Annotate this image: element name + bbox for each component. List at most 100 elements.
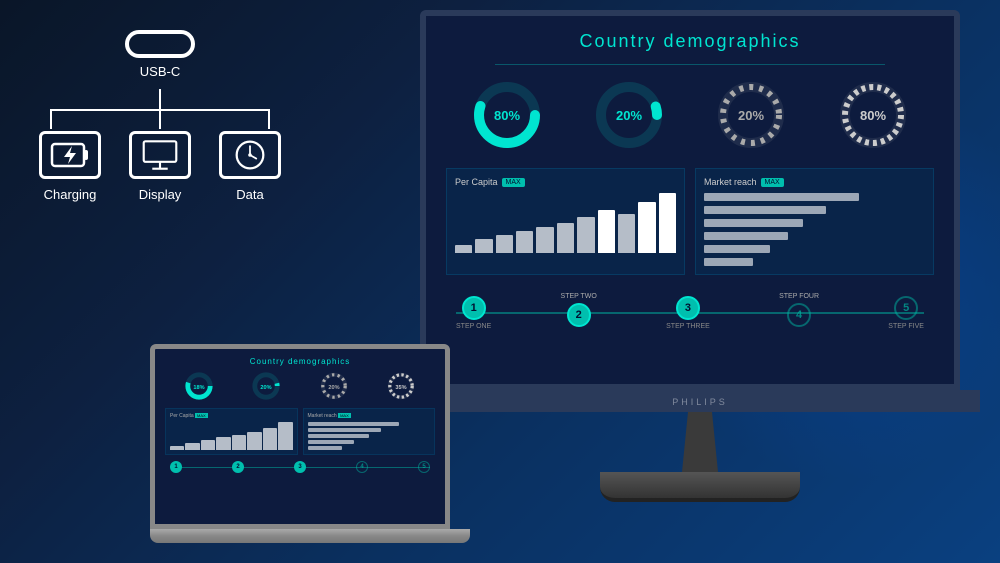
per-capita-max: MAX: [502, 178, 525, 187]
svg-text:20%: 20%: [616, 108, 642, 123]
charging-icon-box: [39, 131, 101, 179]
bar-7: [577, 217, 594, 253]
per-capita-chart: Per Capita MAX: [446, 168, 685, 275]
mini-bar-7: [263, 428, 277, 450]
hbar-5: [704, 245, 770, 253]
donut-1: 80%: [472, 80, 542, 150]
mini-bar-4: [216, 437, 230, 450]
data-icon-box: [219, 131, 281, 179]
display-icon: [142, 139, 178, 171]
mini-bars: [170, 422, 293, 450]
steps-row: 1 STEP ONE STEP TWO 2 3 STEP THREE STEP …: [446, 293, 934, 330]
monitor: Country demographics 80%: [420, 10, 980, 502]
mini-step-2: 2: [232, 461, 244, 473]
usbc-shape: [125, 30, 195, 58]
mini-bar-5: [232, 435, 246, 450]
bar-11: [659, 193, 676, 253]
monitor-base: [600, 472, 800, 502]
tree-trunk: [159, 89, 161, 109]
mini-per-capita-title: Per Capita MAX: [170, 413, 293, 419]
dashboard-title: Country demographics: [446, 31, 934, 52]
hbar-1: [704, 193, 859, 201]
step-1-circle: 1: [462, 296, 486, 320]
per-capita-label: Per Capita: [455, 177, 498, 187]
mini-hbar-5: [308, 446, 342, 450]
step-3-bot: STEP THREE: [666, 323, 710, 330]
monitor-brand: PHILIPS: [672, 397, 728, 407]
donut-3: 20%: [716, 80, 786, 150]
hbar-row-6: [704, 258, 925, 266]
market-reach-max: MAX: [761, 178, 784, 187]
display-icon-box: [129, 131, 191, 179]
hbar-4: [704, 232, 788, 240]
mini-donut-3: 20%: [318, 370, 350, 402]
step-4: STEP FOUR 4: [779, 293, 819, 330]
mini-donut-2: 20%: [250, 370, 282, 402]
mini-hbar-3: [308, 434, 369, 438]
step-2-top: STEP TWO: [561, 293, 597, 300]
donut-chart-1: 80%: [472, 80, 542, 150]
svg-text:18%: 18%: [193, 385, 204, 391]
hbar-row-5: [704, 245, 925, 253]
step-5-circle: 5: [894, 296, 918, 320]
charging-icon: [50, 140, 90, 170]
mini-step-4: 4: [356, 461, 368, 473]
svg-text:80%: 80%: [494, 108, 520, 123]
bar-3: [496, 235, 513, 253]
hbar-6: [704, 258, 753, 266]
laptop: Country demographics 18% 20% 20%: [150, 344, 470, 543]
per-capita-title: Per Capita MAX: [455, 177, 676, 187]
mini-per-capita: Per Capita MAX: [165, 408, 298, 455]
step-3: 3 STEP THREE: [666, 293, 710, 330]
bar-9: [618, 214, 635, 253]
donuts-row: 80% 20% 20%: [446, 80, 934, 150]
mini-dashboard: Country demographics 18% 20% 20%: [165, 357, 435, 518]
donut-chart-2: 20%: [594, 80, 664, 150]
monitor-stand-neck: [670, 412, 730, 472]
mini-dashboard-title: Country demographics: [165, 357, 435, 366]
mini-step-3: 3: [294, 461, 306, 473]
donut-chart-3: 20%: [716, 80, 786, 150]
tree-branch-mid: [159, 109, 161, 129]
mini-hbars: [308, 422, 431, 450]
hbar-3: [704, 219, 803, 227]
charts-row: Per Capita MAX: [446, 168, 934, 275]
mini-hbar-4: [308, 440, 355, 444]
svg-text:20%: 20%: [328, 385, 339, 391]
feature-data: Data: [210, 131, 290, 202]
market-reach-chart: Market reach MAX: [695, 168, 934, 275]
per-capita-bars: [455, 193, 676, 253]
svg-text:35%: 35%: [396, 385, 407, 391]
mini-market-reach: Market reach MAX: [303, 408, 436, 455]
monitor-brand-bar: PHILIPS: [420, 390, 980, 412]
step-5-bot: STEP FIVE: [888, 323, 924, 330]
hbar-2: [704, 206, 826, 214]
data-label: Data: [236, 187, 263, 202]
display-label: Display: [139, 187, 182, 202]
mini-bar-3: [201, 440, 215, 450]
market-reach-label: Market reach: [704, 177, 757, 187]
tree-branch: [50, 109, 270, 111]
bar-2: [475, 239, 492, 253]
hbar-row-2: [704, 206, 925, 214]
mini-charts-row: Per Capita MAX Market reach MAX: [165, 408, 435, 455]
mini-donut-4: 35%: [385, 370, 417, 402]
donut-4: 80%: [838, 80, 908, 150]
mini-step-1: 1: [170, 461, 182, 473]
usbc-label: USB-C: [140, 64, 180, 79]
title-divider: [495, 64, 885, 65]
mini-market-reach-title: Market reach MAX: [308, 413, 431, 419]
usbc-diagram: USB-C Charging: [20, 30, 300, 202]
market-reach-bars: [704, 193, 925, 266]
step-3-circle: 3: [676, 296, 700, 320]
mini-bar-8: [278, 422, 292, 450]
donut-chart-4: 80%: [838, 80, 908, 150]
mini-bar-1: [170, 446, 184, 450]
mini-hbar-2: [308, 428, 382, 432]
donut-2: 20%: [594, 80, 664, 150]
step-4-circle: 4: [787, 303, 811, 327]
data-clock-icon: [234, 139, 266, 171]
svg-text:80%: 80%: [860, 108, 886, 123]
mini-donuts-row: 18% 20% 20% 35%: [165, 370, 435, 402]
step-2: STEP TWO 2: [561, 293, 597, 330]
